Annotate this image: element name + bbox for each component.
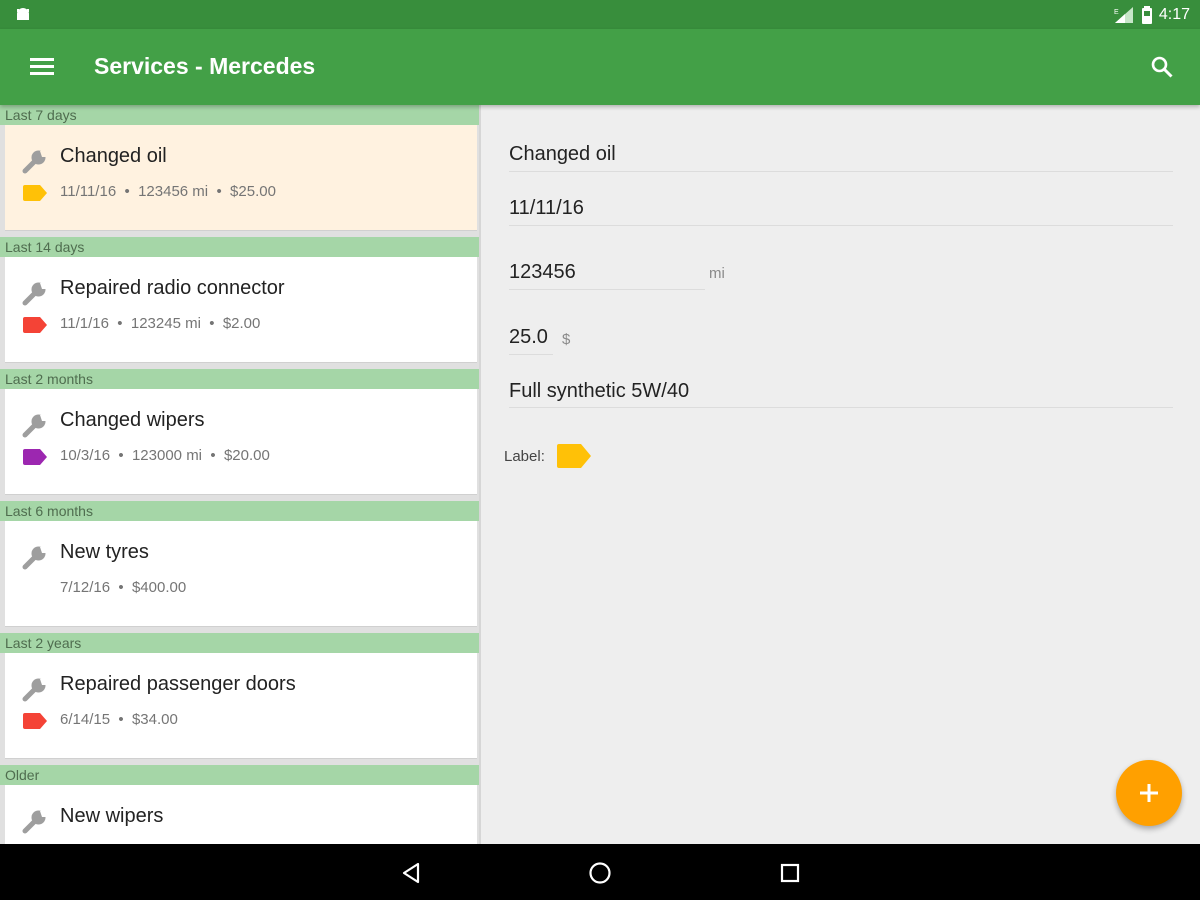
date-field-underline: [509, 225, 1173, 226]
label-tag-icon[interactable]: [557, 444, 591, 468]
odometer-field-underline: [509, 289, 705, 290]
section-header: Last 2 months: [0, 369, 480, 389]
home-button[interactable]: [585, 858, 615, 888]
menu-button[interactable]: [20, 47, 64, 87]
tag-icon: [23, 185, 47, 201]
title-field-underline: [509, 171, 1173, 172]
cost-unit: $: [562, 331, 571, 348]
service-meta: 6/14/15 • $34.00: [60, 711, 178, 728]
section-header: Last 7 days: [0, 105, 480, 125]
title-field[interactable]: Changed oil: [509, 143, 616, 166]
service-list-item[interactable]: Repaired passenger doors 6/14/15 • $34.00: [5, 653, 477, 759]
wrench-icon: [22, 678, 46, 702]
service-title: New tyres: [60, 541, 149, 563]
section-header: Older: [0, 765, 480, 785]
add-service-button[interactable]: [1116, 760, 1182, 826]
service-meta: 10/3/16 • 123000 mi • $20.00: [60, 447, 270, 464]
navigation-bar: [0, 844, 1200, 900]
battery-icon: [1141, 6, 1152, 24]
service-list-item[interactable]: New tyres 7/12/16 • $400.00: [5, 521, 477, 627]
section-header: Last 6 months: [0, 501, 480, 521]
date-field[interactable]: 11/11/16: [509, 197, 584, 220]
service-title: Changed wipers: [60, 409, 205, 431]
service-list-item[interactable]: Changed oil 11/11/16 • 123456 mi • $25.00: [5, 125, 477, 231]
android-icon: [17, 8, 29, 20]
services-list[interactable]: Last 7 days Changed oil 11/11/16 • 123456 …: [0, 105, 481, 844]
search-icon: [1151, 56, 1173, 78]
page-title: Services - Mercedes: [94, 53, 316, 79]
section-header: Last 2 years: [0, 633, 480, 653]
signal-icon: E: [1114, 7, 1133, 23]
recents-button[interactable]: [775, 858, 805, 888]
notes-field-underline: [509, 407, 1173, 408]
tag-icon: [23, 449, 47, 465]
wrench-icon: [22, 810, 46, 834]
service-title: Repaired passenger doors: [60, 673, 296, 695]
service-list-item[interactable]: New wipers: [5, 785, 477, 844]
wrench-icon: [22, 282, 46, 306]
tag-icon: [23, 317, 47, 333]
odometer-field[interactable]: 123456: [509, 261, 576, 284]
status-time: 4:17: [1158, 6, 1190, 23]
search-button[interactable]: [1142, 47, 1182, 87]
wrench-icon: [22, 150, 46, 174]
recents-icon: [780, 863, 800, 883]
service-meta: 11/1/16 • 123245 mi • $2.00: [60, 315, 261, 332]
wrench-icon: [22, 546, 46, 570]
cost-field[interactable]: 25.0: [509, 326, 548, 349]
service-list-item[interactable]: Repaired radio connector 11/1/16 • 123245…: [5, 257, 477, 363]
back-icon: [402, 862, 420, 884]
hamburger-icon: [30, 58, 54, 75]
service-title: Changed oil: [60, 145, 167, 167]
label-caption: Label:: [504, 448, 545, 465]
service-title: New wipers: [60, 805, 164, 827]
status-bar: E 4:17: [0, 0, 1200, 29]
wrench-icon: [22, 414, 46, 438]
home-icon: [589, 862, 611, 884]
odometer-unit: mi: [709, 265, 725, 282]
service-meta: 11/11/16 • 123456 mi • $25.00: [60, 183, 276, 200]
section-header: Last 14 days: [0, 237, 480, 257]
tag-icon: [23, 713, 47, 729]
app-bar: Services - Mercedes: [0, 29, 1200, 105]
service-meta: 7/12/16 • $400.00: [60, 579, 187, 596]
plus-icon: [1140, 784, 1158, 802]
svg-text:E: E: [1114, 9, 1119, 16]
service-title: Repaired radio connector: [60, 277, 285, 299]
back-button[interactable]: [396, 858, 426, 888]
notes-field[interactable]: Full synthetic 5W/40: [509, 380, 689, 403]
service-detail: Changed oil 11/11/16 123456 mi 25.0 $ Fu…: [481, 105, 1200, 844]
cost-field-underline: [509, 354, 553, 355]
service-list-item[interactable]: Changed wipers 10/3/16 • 123000 mi • $20.…: [5, 389, 477, 495]
